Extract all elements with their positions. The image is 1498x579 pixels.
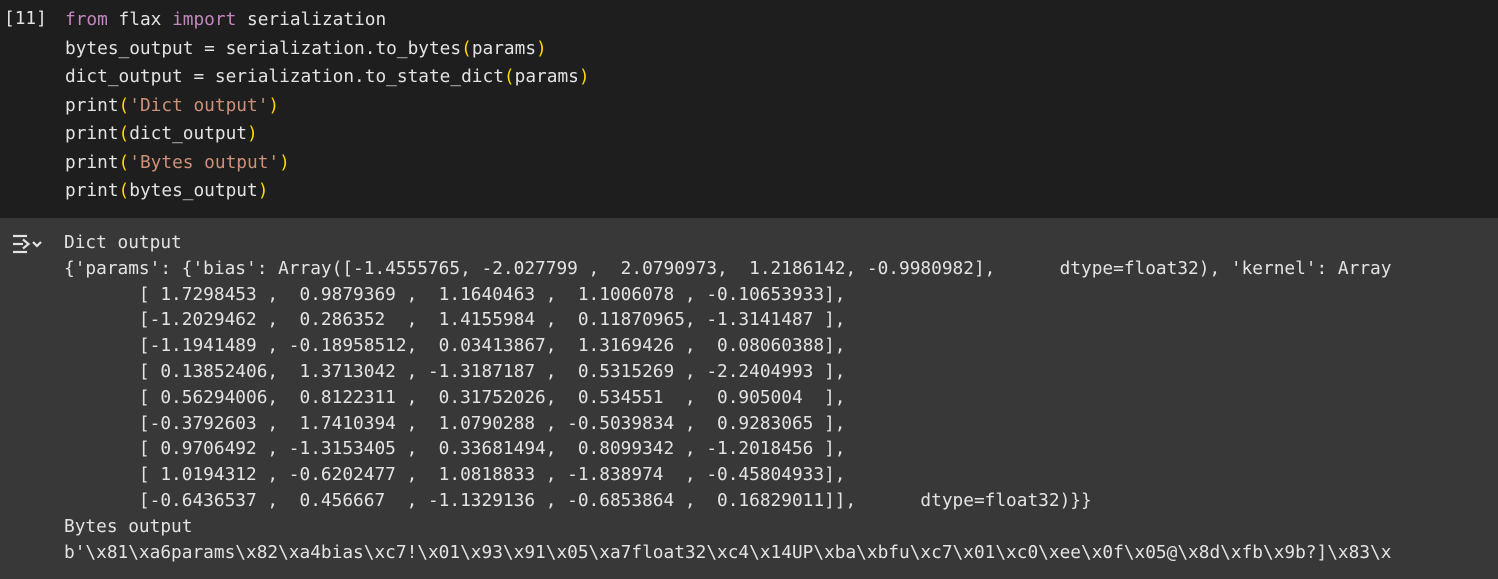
code-token: 'Bytes output' <box>129 151 280 173</box>
code-token: flax <box>107 9 173 30</box>
code-line: from flax import serialization <box>65 6 590 35</box>
code-token: bytes_output = serialization.to_bytes <box>65 37 462 59</box>
output-line: [ 0.13852406, 1.3713042 , -1.3187187 , 0… <box>64 360 846 382</box>
code-cell-output: Dict output {'params': {'bias': Array([-1… <box>0 218 1498 579</box>
code-line: print('Bytes output') <box>65 149 590 178</box>
code-token: ( <box>118 180 130 201</box>
code-cell-input[interactable]: [11] from flax import serialization bytes… <box>0 0 1498 218</box>
output-line: [ 0.9706492 , -1.3153405 , 0.33681494, 0… <box>64 438 846 460</box>
code-line: bytes_output = serialization.to_bytes(pa… <box>65 35 590 64</box>
code-token: ) <box>247 123 258 144</box>
code-token: print <box>65 151 119 173</box>
execution-count: [11] <box>4 8 47 29</box>
code-token: ) <box>279 151 290 173</box>
code-editor[interactable]: from flax import serialization bytes_outp… <box>65 6 590 206</box>
output-toggle-icon[interactable] <box>10 231 46 257</box>
output-line: [-0.6436537 , 0.456667 , -1.1329136 , -0… <box>64 489 1092 511</box>
output-line: [-0.3792603 , 1.7410394 , 1.0790288 , -0… <box>64 412 846 434</box>
code-token: ) <box>578 66 590 87</box>
code-token: ) <box>268 94 280 116</box>
code-token: params <box>514 66 579 87</box>
code-token: ) <box>257 180 269 201</box>
code-token: serialization <box>236 9 387 30</box>
code-token: import <box>172 9 237 30</box>
code-line: print(dict_output) <box>65 120 590 149</box>
code-token: print <box>65 123 119 144</box>
code-token: ) <box>536 37 547 59</box>
code-token: bytes_output <box>129 180 258 201</box>
output-line: {'params': {'bias': Array([-1.4555765, -… <box>64 257 1392 279</box>
code-token: ( <box>118 151 130 173</box>
code-token: params <box>471 37 537 59</box>
code-token: from <box>65 9 108 30</box>
code-line: print(bytes_output) <box>65 177 590 206</box>
output-line: [ 0.56294006, 0.8122311 , 0.31752026, 0.… <box>64 386 846 408</box>
code-token: print <box>65 94 119 116</box>
code-token: ( <box>118 94 130 116</box>
output-line: Dict output <box>64 232 182 253</box>
output-line: [-1.1941489 , -0.18958512, 0.03413867, 1… <box>64 335 846 357</box>
output-line: [ 1.0194312 , -0.6202477 , 1.0818833 , -… <box>64 464 846 486</box>
code-token: 'Dict output' <box>129 94 269 116</box>
code-line: dict_output = serialization.to_state_dic… <box>65 63 590 92</box>
code-token: dict_output <box>129 123 248 144</box>
code-token: ( <box>118 123 130 144</box>
code-token: print <box>65 180 119 201</box>
output-line: [-1.2029462 , 0.286352 , 1.4155984 , 0.1… <box>64 309 846 331</box>
code-line: print('Dict output') <box>65 92 590 121</box>
code-token: dict_output = serialization.to_state_dic… <box>65 66 504 87</box>
output-text: Dict output {'params': {'bias': Array([-1… <box>64 230 1391 565</box>
output-line: b'\x81\xa6params\x82\xa4bias\xc7!\x01\x9… <box>64 541 1392 563</box>
output-line: [ 1.7298453 , 0.9879369 , 1.1640463 , 1.… <box>64 283 846 305</box>
code-token: ( <box>503 66 515 87</box>
output-line: Bytes output <box>64 515 193 537</box>
code-token: ( <box>461 37 472 59</box>
